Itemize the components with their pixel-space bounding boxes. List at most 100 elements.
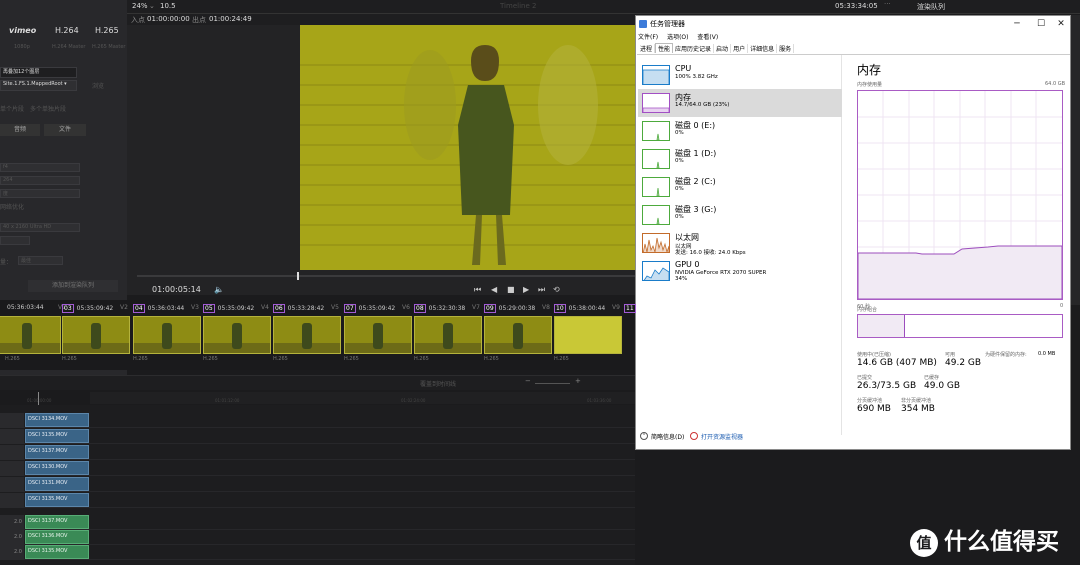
video-clip[interactable]: DSCI 3130.MOV [25, 461, 89, 475]
ruler-mark: 01:00:00:00 [27, 398, 52, 403]
track-header[interactable] [0, 477, 24, 492]
format-vimeo[interactable]: vimeo [9, 26, 36, 35]
rewind-icon[interactable]: ◀ [491, 285, 497, 294]
zoom-in-icon[interactable]: + [575, 377, 581, 385]
track-header[interactable] [0, 493, 24, 508]
resource-item-5[interactable]: 磁盘 3 (G:) 0% [638, 201, 842, 229]
chevron-up-icon[interactable]: ⌃ [640, 432, 648, 440]
chevron-down-icon[interactable]: ⌄ [149, 2, 155, 10]
quality-dropdown[interactable]: 最佳 [18, 256, 63, 265]
clip-track: V2 [120, 304, 128, 311]
right-timecode: 05:33:34:05 [835, 2, 878, 10]
browse-button[interactable]: 浏览 [92, 81, 104, 91]
add-to-queue-button[interactable]: 添加到渲染队列 [28, 280, 118, 292]
resource-item-4[interactable]: 磁盘 2 (C:) 0% [638, 173, 842, 201]
fewer-details-link[interactable]: 简略信息(D) [651, 432, 684, 441]
tab-startup[interactable]: 启动 [714, 44, 732, 53]
dropdown-codec[interactable]: 264 [0, 176, 80, 185]
clip-thumbnail[interactable] [203, 316, 271, 354]
clip-thumbnail[interactable] [484, 316, 552, 354]
resource-mini-graph [642, 233, 670, 253]
playhead[interactable] [297, 272, 299, 280]
zoom-level[interactable]: 24% [132, 2, 148, 10]
clip-thumbnail[interactable] [62, 316, 130, 354]
clip-thumbnail[interactable] [344, 316, 412, 354]
tab-details[interactable]: 详细信息 [748, 44, 778, 53]
tab-app-history[interactable]: 应用历史记录 [673, 44, 715, 53]
video-clip[interactable]: DSCI 3135.MOV [25, 429, 89, 443]
in-use-value: 14.6 GB (407 MB) [857, 358, 937, 368]
format-h265[interactable]: H.265 [95, 26, 119, 35]
skip-forward-icon[interactable]: ⏭ [538, 285, 545, 295]
resource-item-1[interactable]: 内存 14.7/64.0 GB (23%) [638, 89, 842, 117]
cached-value: 49.0 GB [924, 381, 961, 391]
menu-options[interactable]: 选项(O) [667, 34, 688, 41]
speaker-icon[interactable]: 🔈 [214, 285, 224, 294]
composition-label: 内存组合 [857, 307, 878, 313]
dropdown-type[interactable]: 度 [0, 189, 80, 198]
dropdown-format[interactable]: f4 [0, 163, 80, 172]
close-icon[interactable]: ✕ [1049, 18, 1073, 30]
audio-clip[interactable]: DSCI 3137.MOV [25, 515, 89, 529]
timeline-name[interactable]: Timeline 2 [500, 2, 536, 10]
dropdown-framerate[interactable] [0, 236, 30, 245]
timeline-ruler[interactable] [90, 392, 635, 404]
track-header[interactable] [0, 413, 24, 428]
clip-header: 05 05:35:09:42 [203, 304, 254, 313]
track-header[interactable] [0, 429, 24, 444]
video-clip[interactable]: DSCI 3137.MOV [25, 445, 89, 459]
thumbnail-figure [302, 323, 312, 349]
video-clip[interactable]: DSCI 3134.MOV [25, 413, 89, 427]
clip-thumbnail[interactable] [414, 316, 482, 354]
video-frame[interactable] [300, 25, 635, 270]
scrubber-bar[interactable] [137, 275, 635, 277]
zoom-slider[interactable] [535, 383, 570, 384]
menu-file[interactable]: 文件(F) [638, 34, 658, 41]
single-clip-radio[interactable]: 单个片段 [0, 104, 24, 114]
performance-panel: CPU 100% 3.82 GHz 内存 14.7/64.0 GB (23%) 磁盘 0… [637, 54, 1070, 435]
multi-clip-radio[interactable]: 多个单独片段 [30, 104, 66, 114]
location-input[interactable]: Site.1.FS.1.MappedRoot ▾ [0, 80, 77, 91]
resource-item-0[interactable]: CPU 100% 3.82 GHz [638, 61, 842, 89]
clip-header: 03 05:35:09:42 [62, 304, 113, 313]
memory-heading: 内存 [857, 63, 882, 77]
thumbnail-figure [513, 323, 523, 349]
filename-input[interactable]: 再叠加12个图层 [0, 67, 77, 78]
clip-thumbnail[interactable] [133, 316, 201, 354]
track-header[interactable] [0, 461, 24, 476]
clip-track: V8 [542, 304, 550, 311]
more-icon[interactable]: ··· [884, 0, 891, 8]
dropdown-resolution[interactable]: 40 x 2160 Ultra HD [0, 223, 80, 232]
open-resource-monitor-link[interactable]: 打开资源监视器 [701, 432, 743, 441]
clip-thumbnail[interactable] [0, 316, 61, 354]
task-manager-icon [639, 20, 647, 28]
menu-view[interactable]: 查看(V) [697, 34, 718, 41]
thumbnail-figure [91, 323, 101, 349]
zoom-out-icon[interactable]: − [525, 377, 531, 385]
video-clip[interactable]: DSCI 3131.MOV [25, 477, 89, 491]
clip-thumbnail[interactable] [554, 316, 622, 354]
track-header[interactable] [0, 445, 24, 460]
clip-thumbnail[interactable] [273, 316, 341, 354]
skip-back-icon[interactable]: ⏮ [474, 285, 481, 295]
clip-track: V7 [472, 304, 480, 311]
audio-tab[interactable]: 音频 [0, 124, 40, 136]
minimize-icon[interactable]: ─ [1005, 18, 1029, 30]
format-h264[interactable]: H.264 [55, 26, 79, 35]
tab-users[interactable]: 用户 [731, 44, 749, 53]
audio-clip[interactable]: DSCI 3135.MOV [25, 545, 89, 559]
tab-processes[interactable]: 进程 [638, 44, 656, 53]
resource-item-7[interactable]: GPU 0 NVIDIA GeForce RTX 2070 SUPER 34% [638, 257, 842, 285]
resource-item-2[interactable]: 磁盘 0 (E:) 0% [638, 117, 842, 145]
audio-clip[interactable]: DSCI 3136.MOV [25, 530, 89, 544]
tab-performance[interactable]: 性能 [655, 43, 674, 53]
video-clip[interactable]: DSCI 3135.MOV [25, 493, 89, 507]
loop-icon[interactable]: ⟲ [553, 285, 560, 294]
play-icon[interactable]: ▶ [523, 285, 529, 294]
resource-item-6[interactable]: 以太网 以太网 发送: 16.0 接收: 24.0 Kbps [638, 229, 842, 257]
file-tab[interactable]: 文件 [44, 124, 86, 136]
stop-icon[interactable]: ■ [507, 285, 515, 294]
resource-item-3[interactable]: 磁盘 1 (D:) 0% [638, 145, 842, 173]
tab-services[interactable]: 服务 [777, 44, 795, 53]
edit-mode-dropdown[interactable]: 覆盖到时间线 [420, 379, 456, 388]
